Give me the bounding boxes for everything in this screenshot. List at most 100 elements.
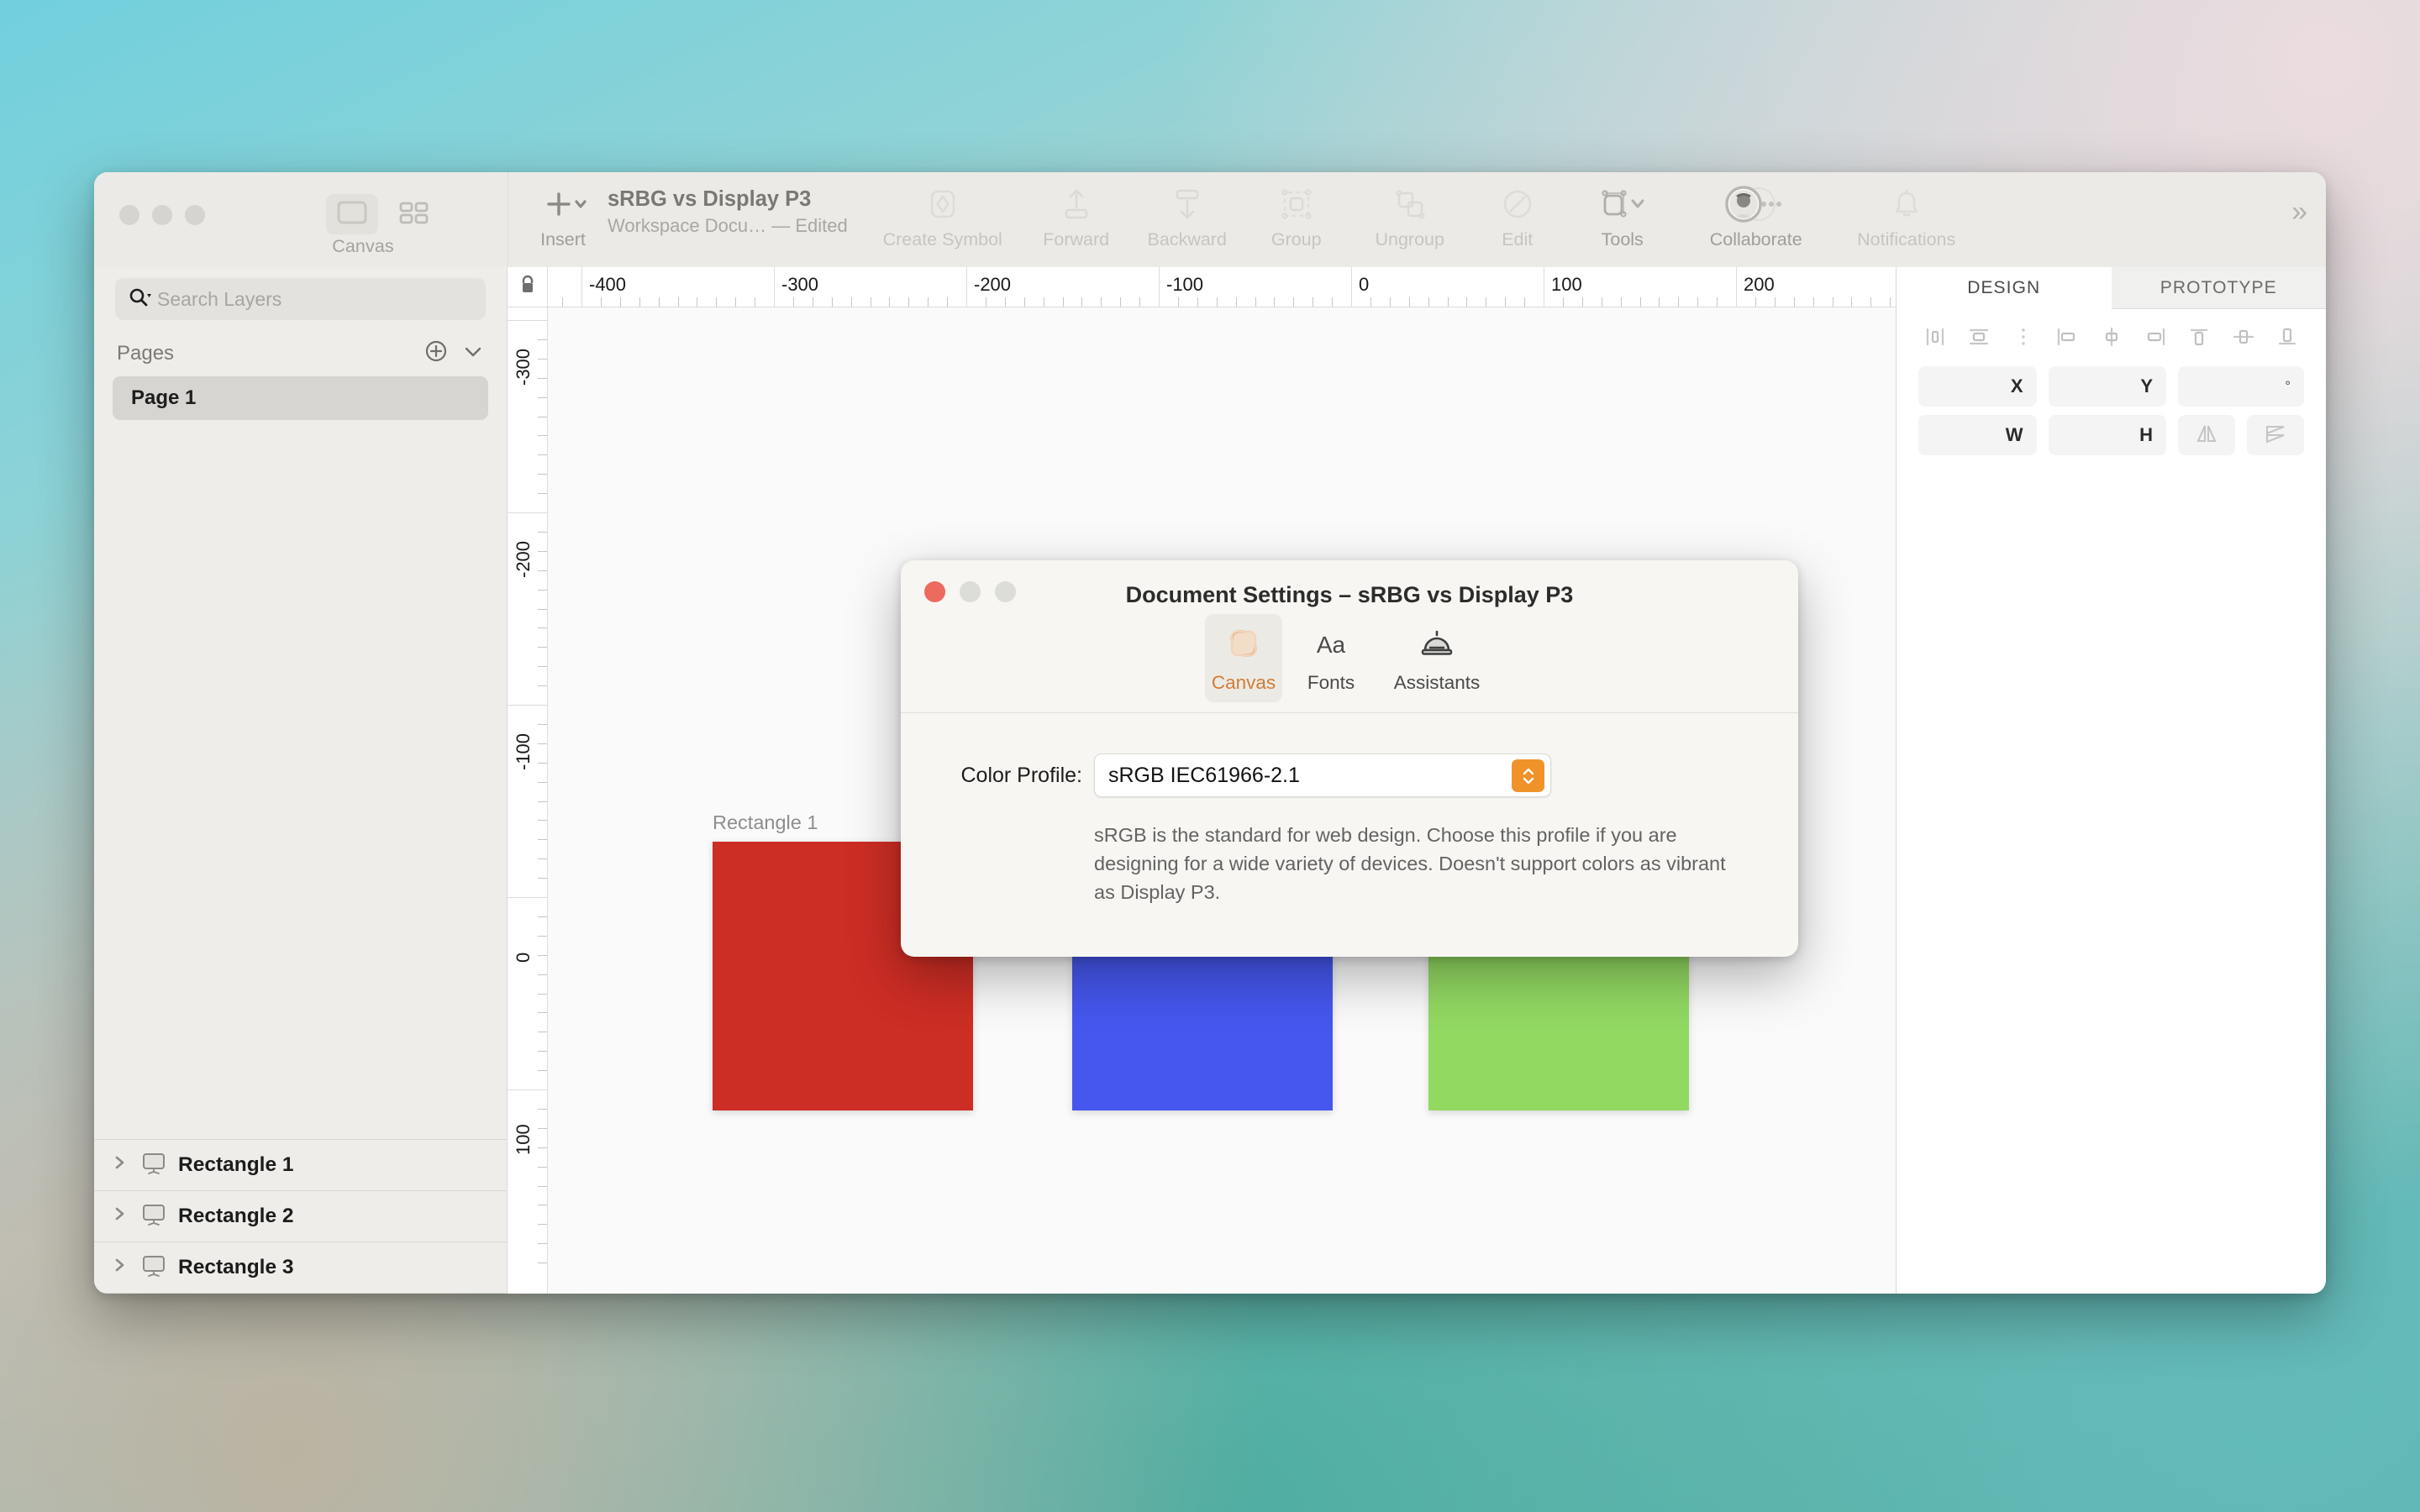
toolbar-notifications-button[interactable]: Notifications: [1831, 172, 1982, 250]
search-input[interactable]: Search Layers: [115, 278, 486, 320]
inspector-tabs: DESIGN PROTOTYPE: [1897, 267, 2326, 309]
align-top-icon[interactable]: [2182, 323, 2216, 351]
ruler-major-tick: [1159, 267, 1160, 307]
toolbar-collaborate-button[interactable]: Collaborate: [1681, 172, 1831, 250]
toolbar-edit-button[interactable]: Edit: [1471, 172, 1564, 250]
canvas-view-button[interactable]: [326, 194, 378, 234]
ruler-minor-tick: [1004, 297, 1006, 307]
color-profile-value: sRGB IEC61966-2.1: [1108, 763, 1300, 787]
layer-row[interactable]: Rectangle 3: [94, 1242, 507, 1294]
ruler-minor-tick: [600, 297, 602, 307]
ruler-minor-tick: [538, 550, 547, 552]
width-field-label: W: [2005, 424, 2023, 445]
plus-icon: [537, 184, 589, 224]
toolbar-tools-button[interactable]: Tools: [1564, 172, 1681, 250]
toolbar-forward-button[interactable]: Forward: [1023, 172, 1130, 250]
layer-row[interactable]: Rectangle 1: [94, 1140, 507, 1191]
toolbar-overflow-button[interactable]: »: [2291, 197, 2307, 226]
search-placeholder: Search Layers: [157, 287, 282, 310]
view-mode-toggle[interactable]: Canvas: [326, 194, 440, 256]
toolbar-item-label: Create Symbol: [882, 229, 1002, 249]
plus-circle-icon[interactable]: [424, 339, 449, 368]
ruler-minor-tick: [1505, 297, 1507, 307]
align-left-icon[interactable]: [1918, 323, 1952, 351]
y-field[interactable]: Y: [2048, 366, 2166, 407]
ruler-minor-tick: [1697, 297, 1699, 307]
grid-view-button[interactable]: [388, 194, 440, 234]
vertical-ruler[interactable]: -300 -200 -100 0 100: [508, 307, 548, 1294]
dialog-tab-assistants[interactable]: Assistants: [1380, 614, 1494, 702]
dialog-tab-fonts[interactable]: Aa Fonts: [1292, 614, 1370, 702]
ruler-minor-tick: [538, 358, 547, 360]
window-controls[interactable]: [119, 205, 205, 225]
height-field[interactable]: H: [2048, 415, 2166, 455]
ruler-minor-tick: [1120, 297, 1122, 307]
ruler-minor-tick: [735, 297, 737, 307]
chevron-right-icon[interactable]: [114, 1154, 129, 1176]
toolbar-backward-button[interactable]: Backward: [1130, 172, 1244, 250]
inspector-panel: DESIGN PROTOTYPE X Y ° W H: [1896, 267, 2326, 1294]
ruler-lock-button[interactable]: [508, 267, 548, 307]
ruler-label: -200: [974, 274, 1012, 295]
align-vertical-center-icon[interactable]: [2227, 323, 2260, 351]
ruler-minor-tick: [538, 627, 547, 629]
ruler-minor-tick: [1793, 297, 1795, 307]
close-button[interactable]: [119, 205, 139, 225]
ruler-major-tick: [966, 267, 967, 307]
ruler-minor-tick: [1101, 297, 1102, 307]
align-edge-right-icon[interactable]: [2139, 323, 2172, 351]
chevron-right-icon[interactable]: [114, 1257, 129, 1278]
ruler-minor-tick: [928, 297, 929, 307]
align-middle-icon[interactable]: [2095, 323, 2128, 351]
width-field[interactable]: W: [1918, 415, 2037, 455]
dialog-header: Document Settings – sRBG vs Display P3 C…: [901, 560, 1798, 713]
ruler-minor-tick: [538, 954, 547, 956]
align-center-horizontal-icon[interactable]: [1962, 323, 1996, 351]
ruler-minor-tick: [1717, 297, 1718, 307]
x-field[interactable]: X: [1918, 366, 2037, 407]
stepper-up-down-icon[interactable]: [1512, 759, 1544, 792]
minimize-button[interactable]: [152, 205, 172, 225]
pages-header: Pages: [94, 328, 507, 376]
flip-vertical-button[interactable]: [2247, 415, 2304, 455]
layer-row[interactable]: Rectangle 2: [94, 1191, 507, 1242]
chevron-right-icon[interactable]: [114, 1205, 129, 1227]
lock-icon: [518, 274, 537, 300]
color-profile-label: Color Profile:: [960, 763, 1083, 787]
horizontal-ruler-track[interactable]: -400 -300 -200 -100 0 100 200: [548, 267, 1896, 307]
tab-design[interactable]: DESIGN: [1897, 267, 2112, 309]
toolbar-group-button[interactable]: Group: [1244, 172, 1349, 250]
ruler-minor-tick: [1870, 297, 1872, 307]
distribute-icon[interactable]: [2007, 323, 2040, 351]
toolbar-ungroup-button[interactable]: Ungroup: [1349, 172, 1471, 250]
align-edge-left-icon[interactable]: [2050, 323, 2084, 351]
pages-header-actions: [424, 339, 484, 368]
rotation-field[interactable]: °: [2178, 366, 2304, 407]
ungroup-icon: [1392, 184, 1428, 224]
chevron-down-icon[interactable]: [462, 343, 484, 364]
toolbar-insert-button[interactable]: Insert: [530, 172, 589, 250]
toolbar-create-symbol-button[interactable]: Create Symbol: [863, 172, 1023, 250]
color-profile-select[interactable]: sRGB IEC61966-2.1: [1094, 753, 1551, 797]
ruler-minor-tick: [538, 743, 547, 744]
align-bottom-icon[interactable]: [2270, 323, 2304, 351]
page-item-page-1[interactable]: Page 1: [113, 376, 488, 420]
maximize-button[interactable]: [185, 205, 205, 225]
ruler-major-tick: [508, 512, 547, 513]
ruler-minor-tick: [538, 1012, 547, 1014]
tab-prototype[interactable]: PROTOTYPE: [2111, 267, 2326, 309]
ruler-label: -100: [1166, 274, 1204, 295]
position-fields-row: X Y °: [1897, 358, 2326, 407]
fonts-aa-icon: Aa: [1310, 624, 1352, 666]
ruler-minor-tick: [538, 1224, 547, 1226]
color-profile-row: Color Profile: sRGB IEC61966-2.1: [901, 753, 1798, 797]
ruler-minor-tick: [1197, 297, 1198, 307]
ruler-label: 200: [1744, 274, 1775, 295]
dialog-tab-canvas[interactable]: Canvas: [1205, 614, 1282, 702]
horizontal-ruler[interactable]: -400 -300 -200 -100 0 100 200: [508, 267, 1896, 307]
ruler-minor-tick: [1890, 297, 1891, 307]
ruler-minor-tick: [538, 974, 547, 975]
move-forward-icon: [1060, 184, 1093, 224]
flip-horizontal-button[interactable]: [2178, 415, 2235, 455]
